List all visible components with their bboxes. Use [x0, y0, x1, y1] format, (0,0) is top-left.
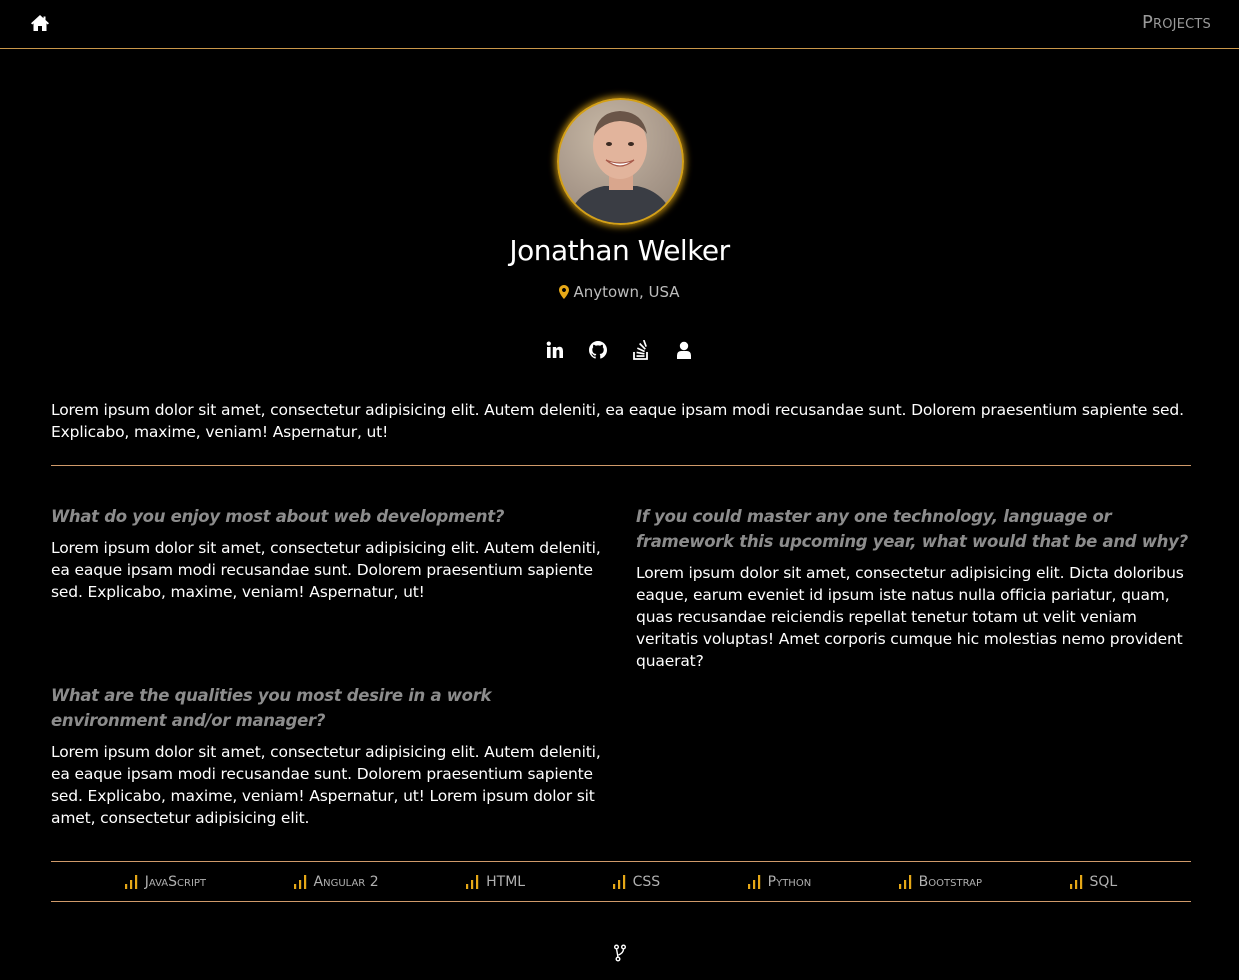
skill-item: Bootstrap [898, 873, 982, 890]
home-icon [31, 15, 49, 31]
divider [51, 465, 1191, 466]
social-links [0, 339, 1239, 362]
qa-answer: Lorem ipsum dolor sit amet, consectetur … [51, 539, 601, 601]
skill-item: HTML [466, 874, 525, 890]
home-link[interactable] [30, 13, 50, 33]
qa-answer: Lorem ipsum dolor sit amet, consectetur … [636, 564, 1184, 670]
skill-item: SQL [1069, 873, 1118, 890]
skill-item: Angular 2 [293, 873, 379, 890]
projects-link[interactable]: Projects [1142, 12, 1211, 33]
profile-name: Jonathan Welker [509, 234, 730, 267]
qa-answer: Lorem ipsum dolor sit amet, consectetur … [51, 743, 601, 827]
github-icon [589, 341, 607, 359]
profile-link[interactable] [674, 340, 694, 360]
signal-bars-icon [466, 874, 479, 889]
skill-label: SQL [1089, 873, 1118, 890]
qa-question: What are the qualities you most desire i… [51, 686, 492, 730]
signal-bars-icon [1069, 874, 1082, 889]
linkedin-icon [546, 341, 563, 358]
signal-bars-icon [612, 874, 625, 889]
signal-bars-icon [124, 874, 137, 889]
top-nav: Projects [0, 0, 1239, 49]
divider [51, 901, 1191, 902]
skill-label: CSS [632, 873, 661, 890]
skill-label: HTML [486, 873, 526, 890]
qa-block: What do you enjoy most about web develop… [51, 504, 607, 603]
user-icon [677, 341, 691, 359]
skill-item: JavaScript [124, 873, 207, 890]
github-link[interactable] [588, 340, 608, 360]
intro-text: Lorem ipsum dolor sit amet, consectetur … [51, 401, 1184, 441]
qa-question: What do you enjoy most about web develop… [51, 507, 505, 526]
skill-label: JavaScript [144, 873, 207, 890]
stackoverflow-link[interactable] [631, 339, 651, 360]
qa-block: What are the qualities you most desire i… [51, 683, 607, 829]
qa-block: If you could master any one technology, … [636, 504, 1192, 672]
signal-bars-icon [293, 874, 306, 889]
skill-item: CSS [612, 873, 661, 890]
skill-label: Python [767, 873, 812, 890]
signal-bars-icon [898, 874, 911, 889]
skill-item: Python [747, 873, 812, 890]
stackoverflow-icon [633, 339, 648, 360]
code-fork-icon [614, 944, 626, 962]
source-link[interactable] [612, 944, 628, 962]
map-marker-icon [559, 285, 570, 299]
avatar [557, 98, 684, 225]
skills-bar: JavaScript Angular 2 HTML CSS Python Boo… [51, 862, 1191, 901]
qa-question: If you could master any one technology, … [636, 507, 1188, 551]
location: Anytown, USA [0, 283, 1239, 301]
skill-label: Angular 2 [313, 873, 379, 890]
location-text: Anytown, USA [573, 283, 680, 301]
avatar-photo [567, 111, 675, 223]
linkedin-link[interactable] [545, 340, 565, 360]
signal-bars-icon [747, 874, 760, 889]
skill-label: Bootstrap [918, 873, 982, 890]
